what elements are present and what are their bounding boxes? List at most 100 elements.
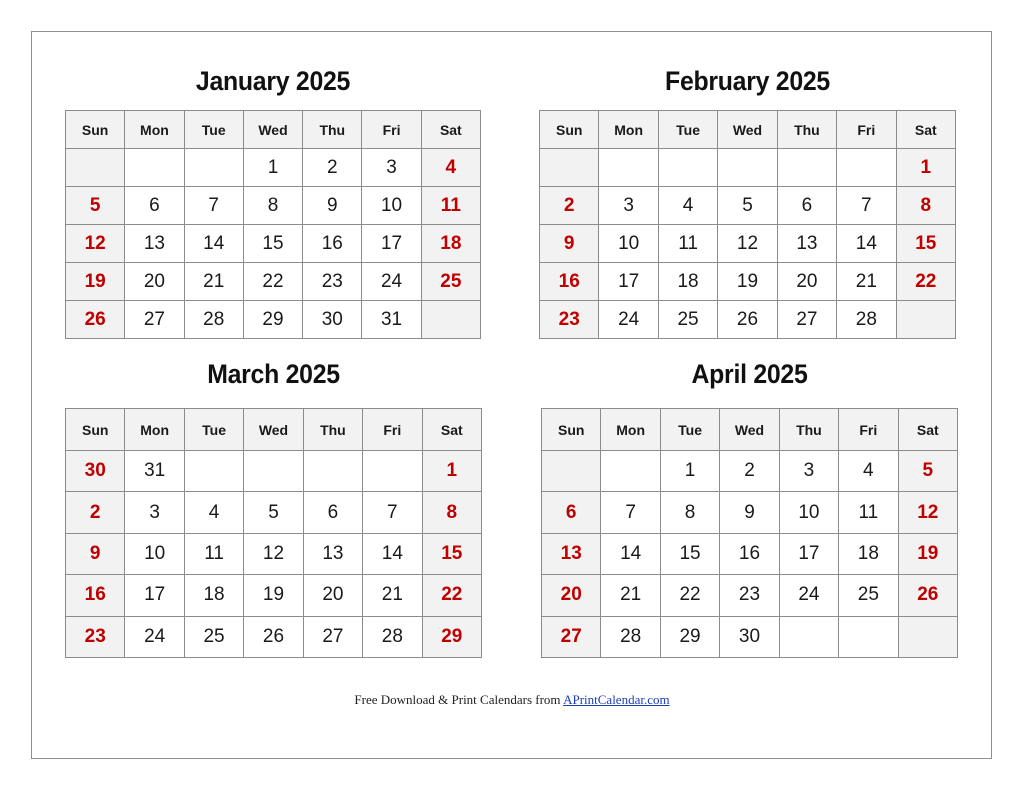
weekday-header-sat: Sat — [895, 110, 957, 149]
day-cell: 6 — [776, 186, 838, 225]
weekday-header-mon: Mon — [598, 110, 659, 149]
day-cell: 23 — [64, 615, 126, 658]
day-cell: 5 — [897, 449, 959, 493]
day-cell: 21 — [836, 262, 897, 301]
empty-day-cell — [64, 148, 126, 187]
day-cell: 28 — [362, 615, 423, 658]
empty-day-cell — [600, 449, 661, 493]
day-cell: 12 — [897, 491, 959, 534]
day-cell: 15 — [659, 532, 721, 576]
day-cell: 12 — [717, 224, 778, 263]
empty-day-cell — [895, 300, 957, 339]
day-cell: 1 — [895, 148, 957, 187]
day-cell: 16 — [64, 574, 126, 617]
day-cell: 21 — [600, 574, 661, 617]
month-title: February 2025 — [665, 66, 830, 96]
calendar-grid: Sun Mon Tue Wed Thu Fri Sat 1 2 3 4 5 6 7 8 9 10 11 12 13 14… — [540, 408, 959, 658]
day-cell: 23 — [302, 262, 363, 301]
week-row: 1 — [538, 148, 957, 187]
day-cell: 6 — [124, 186, 185, 225]
week-row: 30 31 1 — [64, 449, 483, 493]
week-row: 20 21 22 23 24 25 26 — [540, 574, 959, 617]
day-cell: 27 — [776, 300, 838, 339]
day-cell: 9 — [719, 491, 780, 534]
day-cell: 14 — [362, 532, 423, 576]
day-cell: 4 — [420, 148, 482, 187]
day-cell: 2 — [64, 491, 126, 534]
day-cell: 29 — [659, 615, 721, 658]
day-cell: 14 — [600, 532, 661, 576]
empty-day-cell — [183, 449, 245, 493]
footer-link[interactable]: APrintCalendar.com — [563, 692, 670, 707]
day-cell: 27 — [124, 300, 185, 339]
weekday-header-sat: Sat — [420, 110, 482, 149]
month-title: April 2025 — [691, 359, 808, 389]
empty-day-cell — [598, 148, 659, 187]
day-cell: 2 — [538, 186, 600, 225]
day-cell: 31 — [124, 449, 185, 493]
footer-text: Free Download & Print Calendars from — [354, 692, 564, 707]
day-cell: 16 — [538, 262, 600, 301]
day-cell: 31 — [361, 300, 422, 339]
day-cell: 5 — [243, 491, 304, 534]
day-cell: 8 — [421, 491, 483, 534]
day-cell: 10 — [778, 491, 840, 534]
day-cell: 14 — [183, 224, 244, 263]
day-cell: 13 — [776, 224, 838, 263]
empty-day-cell — [657, 148, 719, 187]
day-cell: 7 — [836, 186, 897, 225]
day-cell: 10 — [124, 532, 185, 576]
weekday-header-fri: Fri — [838, 408, 899, 451]
calendar-grid: Sun Mon Tue Wed Thu Fri Sat 30 31 1 2 3 4 5 6 7 8 9 10 11 12… — [64, 408, 483, 658]
day-cell: 28 — [600, 615, 661, 658]
weekday-header-sun: Sun — [64, 110, 126, 149]
empty-day-cell — [243, 449, 304, 493]
day-cell: 17 — [124, 574, 185, 617]
day-cell: 9 — [538, 224, 600, 263]
day-cell: 4 — [183, 491, 245, 534]
month-title: March 2025 — [207, 359, 340, 389]
weekday-header-tue: Tue — [657, 110, 719, 149]
day-cell: 7 — [362, 491, 423, 534]
empty-day-cell — [540, 449, 602, 493]
day-cell: 18 — [420, 224, 482, 263]
week-row: 27 28 29 30 — [540, 615, 959, 658]
day-cell: 1 — [421, 449, 483, 493]
day-cell: 13 — [302, 532, 364, 576]
week-row: 23 24 25 26 27 28 — [538, 300, 957, 339]
empty-day-cell — [124, 148, 185, 187]
weekday-header-mon: Mon — [124, 110, 185, 149]
week-row: 5 6 7 8 9 10 11 — [64, 186, 482, 225]
month-february: February 2025 Sun Mon Tue Wed Thu Fri Sat 1 2 3 4 5… — [538, 60, 957, 340]
weekday-header-fri: Fri — [362, 408, 423, 451]
day-cell: 12 — [243, 532, 304, 576]
day-cell: 30 — [719, 615, 780, 658]
week-row: 12 13 14 15 16 17 18 — [64, 224, 482, 263]
day-cell: 17 — [778, 532, 840, 576]
calendar-grid: Sun Mon Tue Wed Thu Fri Sat 1 2 3 4 5 6 7 8 9 10 11 12 13 14… — [538, 110, 957, 339]
weekday-header-thu: Thu — [778, 408, 840, 451]
day-cell: 11 — [420, 186, 482, 225]
day-cell: 12 — [64, 224, 126, 263]
month-april: April 2025 Sun Mon Tue Wed Thu Fri Sat 1 2 3 4 5 6 7 8… — [540, 355, 959, 658]
day-cell: 21 — [362, 574, 423, 617]
day-cell: 17 — [361, 224, 422, 263]
weekday-header-thu: Thu — [776, 110, 838, 149]
day-cell: 19 — [243, 574, 304, 617]
day-cell: 22 — [895, 262, 957, 301]
day-cell: 5 — [64, 186, 126, 225]
day-cell: 6 — [540, 491, 602, 534]
weekday-header-mon: Mon — [600, 408, 661, 451]
day-cell: 8 — [242, 186, 304, 225]
weekday-header-tue: Tue — [659, 408, 721, 451]
day-cell: 30 — [302, 300, 363, 339]
day-cell: 17 — [598, 262, 659, 301]
day-cell: 19 — [897, 532, 959, 576]
weekday-header-sat: Sat — [897, 408, 959, 451]
day-cell: 21 — [183, 262, 244, 301]
day-cell: 18 — [183, 574, 245, 617]
day-cell: 13 — [124, 224, 185, 263]
week-row: 16 17 18 19 20 21 22 — [538, 262, 957, 301]
weekday-header-tue: Tue — [183, 110, 244, 149]
weekday-header-mon: Mon — [124, 408, 185, 451]
